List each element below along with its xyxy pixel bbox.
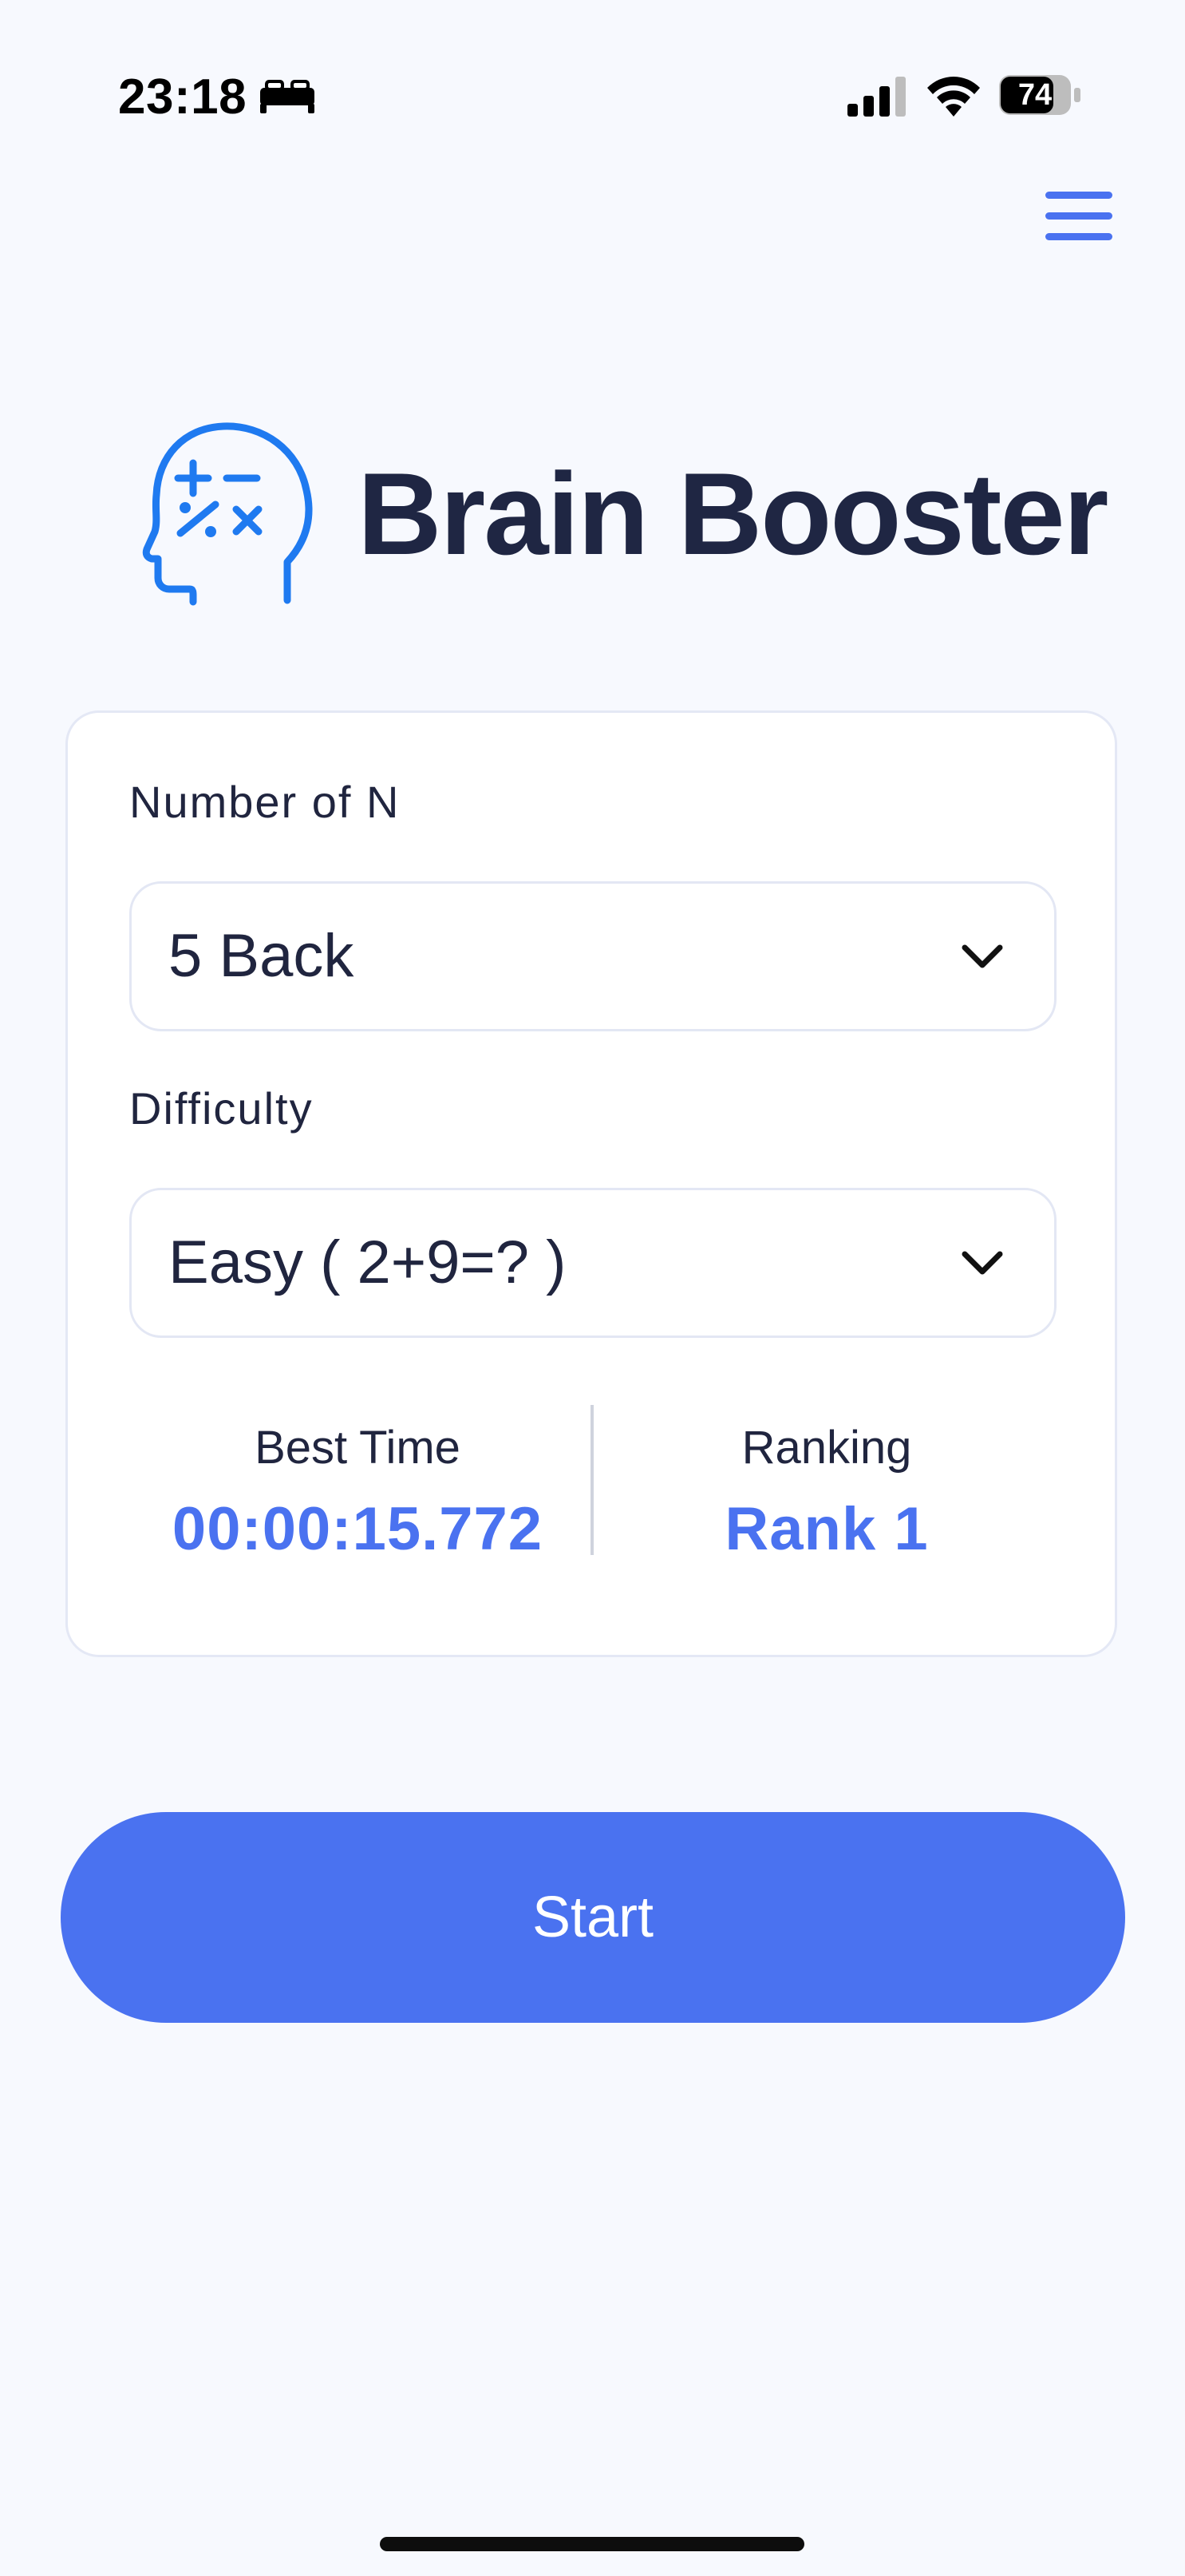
status-time: 23:18 — [118, 69, 247, 125]
battery-level: 74 — [1017, 78, 1053, 112]
signal-icon — [847, 77, 906, 117]
best-time-label: Best Time — [255, 1422, 460, 1474]
chevron-down-icon — [962, 944, 1003, 968]
difficulty-select[interactable]: Easy ( 2+9=? ) — [129, 1188, 1057, 1338]
start-button[interactable]: Start — [61, 1812, 1125, 2023]
difficulty-label: Difficulty — [129, 1083, 314, 1134]
app-screen: 23:18 74 Brain Booster Number of N 5 Bac… — [0, 0, 1185, 2576]
bed-icon — [260, 80, 314, 113]
hamburger-menu-icon[interactable] — [1044, 190, 1116, 246]
brain-head-math-icon — [142, 422, 313, 606]
app-title: Brain Booster — [357, 449, 1108, 579]
n-back-value: 5 Back — [168, 922, 354, 990]
home-indicator[interactable] — [380, 2537, 804, 2551]
ranking-value: Rank 1 — [725, 1495, 929, 1563]
difficulty-value: Easy ( 2+9=? ) — [168, 1229, 567, 1296]
chevron-down-icon — [962, 1251, 1003, 1275]
n-back-select[interactable]: 5 Back — [129, 881, 1057, 1031]
status-bar: 23:18 74 — [0, 0, 1185, 160]
n-back-label: Number of N — [129, 777, 401, 827]
ranking-label: Ranking — [741, 1422, 912, 1474]
wifi-icon — [927, 77, 980, 117]
stats-divider — [591, 1405, 594, 1555]
best-time-value: 00:00:15.772 — [172, 1495, 543, 1563]
